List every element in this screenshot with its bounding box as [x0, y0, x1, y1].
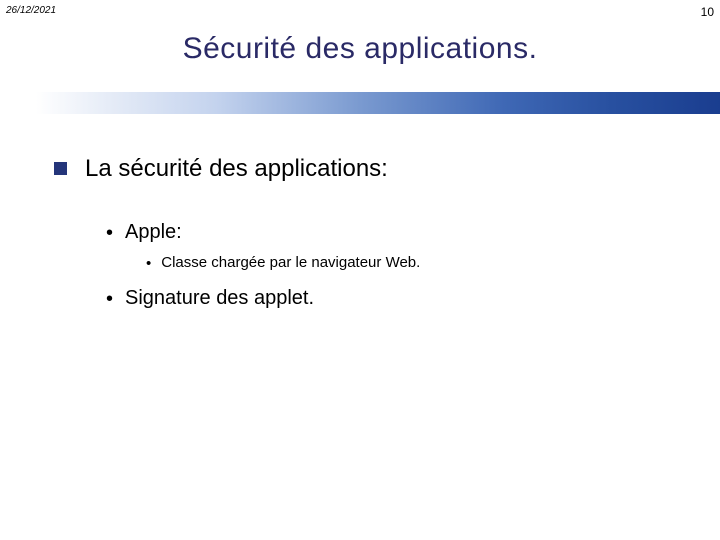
bullet-level1: La sécurité des applications: [54, 155, 700, 183]
dot-bullet-icon: • [106, 222, 113, 244]
title-separator-bar [0, 92, 720, 114]
bullet-level2: • Signature des applet. [106, 287, 700, 310]
bullet-level3: • Classe chargée par le navigateur Web. [146, 254, 700, 273]
bullet-level2-text: Apple: [125, 221, 182, 244]
side-label: JAAS [0, 492, 2, 520]
bullet-level2: • Apple: [106, 221, 700, 244]
slide-title: Sécurité des applications. [0, 32, 720, 66]
square-bullet-icon [54, 162, 67, 175]
dot-bullet-icon: • [106, 288, 113, 310]
bullet-level1-text: La sécurité des applications: [85, 155, 388, 183]
slide-body: La sécurité des applications: • Apple: •… [54, 155, 700, 320]
bullet-level3-text: Classe chargée par le navigateur Web. [161, 254, 420, 271]
dot-bullet-icon: • [146, 255, 151, 273]
header-date: 26/12/2021 [6, 5, 56, 16]
bullet-level2-text: Signature des applet. [125, 287, 314, 310]
page-number: 10 [701, 5, 714, 19]
